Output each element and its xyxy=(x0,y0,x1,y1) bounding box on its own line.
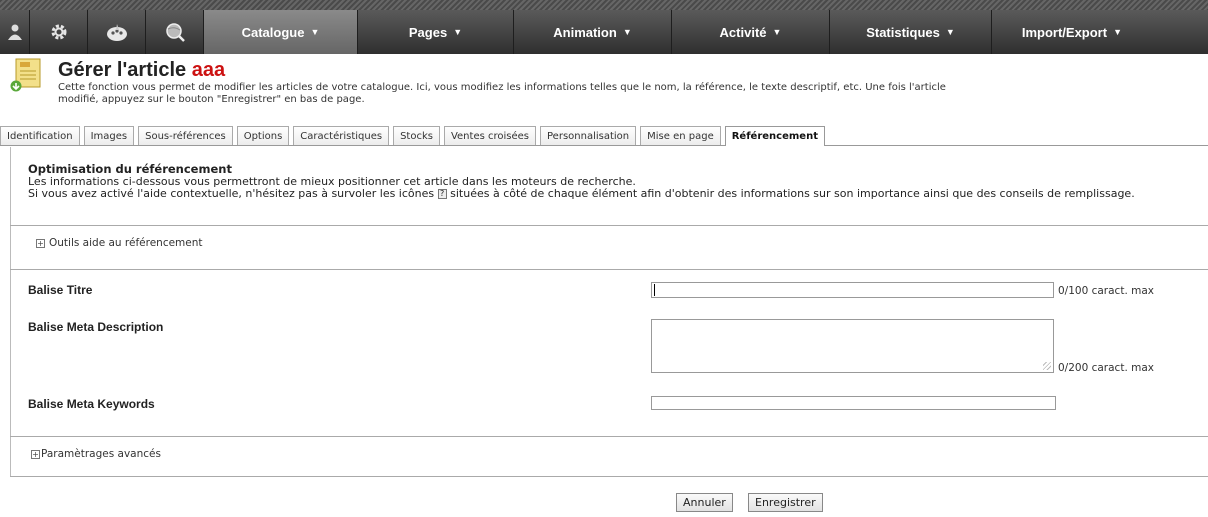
nav-catalogue[interactable]: Catalogue ▼ xyxy=(204,10,358,54)
nav-animation[interactable]: Animation ▼ xyxy=(514,10,672,54)
nav-catalogue-label: Catalogue xyxy=(241,24,305,40)
nav-pages[interactable]: Pages ▼ xyxy=(358,10,514,54)
divider xyxy=(10,476,1208,477)
page-description: Cette fonction vous permet de modifier l… xyxy=(58,82,946,105)
tab-stocks[interactable]: Stocks xyxy=(393,126,440,145)
chevron-down-icon: ▼ xyxy=(453,27,463,37)
meta-keywords-input[interactable] xyxy=(651,396,1056,410)
optimisation-line2-start: Si vous avez activé l'aide contextuelle,… xyxy=(28,187,435,200)
nav-pages-label: Pages xyxy=(408,24,448,40)
meta-keywords-label: Balise Meta Keywords xyxy=(28,397,155,411)
nav-statistiques-label: Statistiques xyxy=(866,24,940,40)
title-tag-label: Balise Titre xyxy=(28,283,93,297)
user-icon xyxy=(7,24,22,40)
nav-user-button[interactable] xyxy=(0,10,30,54)
tab-personnalisation[interactable]: Personnalisation xyxy=(540,126,637,145)
page-header: Gérer l'article aaa Cette fonction vous … xyxy=(0,54,1208,120)
chevron-down-icon: ▼ xyxy=(945,27,955,37)
nav-statistiques[interactable]: Statistiques ▼ xyxy=(830,10,992,54)
chevron-down-icon: ▼ xyxy=(622,27,632,37)
globe-icon xyxy=(165,23,185,42)
tab-mise-en-page[interactable]: Mise en page xyxy=(640,126,721,145)
meta-description-textarea[interactable] xyxy=(651,319,1054,373)
article-name: aaa xyxy=(191,59,226,81)
cancel-button[interactable]: Annuler xyxy=(676,493,733,512)
divider xyxy=(10,225,1208,226)
nav-import-export[interactable]: Import/Export ▼ xyxy=(992,10,1122,54)
resize-handle-icon[interactable] xyxy=(1043,362,1051,370)
optimisation-heading: Optimisation du référencement xyxy=(28,162,232,176)
advanced-settings-label: Paramètrages avancés xyxy=(41,448,161,460)
nav-search-button[interactable] xyxy=(146,10,204,54)
meta-description-counter: 0/200 caract. max xyxy=(1058,362,1154,374)
divider xyxy=(10,436,1208,437)
tab-caracteristiques[interactable]: Caractéristiques xyxy=(293,126,390,145)
tab-referencement[interactable]: Référencement xyxy=(724,126,825,146)
expand-icon: + xyxy=(36,238,45,248)
page-title: Gérer l'article aaa xyxy=(58,59,225,82)
page-title-text: Gérer l'article xyxy=(58,59,187,81)
optimisation-line2-end: situées à côté de chaque élément afin d'… xyxy=(450,187,1135,200)
nav-design-button[interactable] xyxy=(88,10,146,54)
save-button[interactable]: Enregistrer xyxy=(748,493,823,512)
main-navbar: Catalogue ▼ Pages ▼ Animation ▼ Activité ▼ S… xyxy=(0,10,1208,54)
meta-description-label: Balise Meta Description xyxy=(28,320,164,334)
nav-import-export-label: Import/Export xyxy=(1021,24,1108,40)
tab-options[interactable]: Options xyxy=(236,126,290,145)
title-tag-counter: 0/100 caract. max xyxy=(1058,285,1154,297)
text-cursor xyxy=(654,284,655,296)
tab-sous-references[interactable]: Sous-références xyxy=(138,126,233,145)
tab-identification[interactable]: Identification xyxy=(0,126,80,145)
article-edit-icon xyxy=(10,58,46,92)
divider xyxy=(10,269,1208,270)
tools-expander-label: Outils aide au référencement xyxy=(49,237,203,249)
article-tabs: Identification Images Sous-références Op… xyxy=(0,126,1208,146)
tab-images[interactable]: Images xyxy=(83,126,135,145)
gear-icon xyxy=(51,24,66,40)
nav-activite-label: Activité xyxy=(719,24,767,40)
chevron-down-icon: ▼ xyxy=(310,27,320,37)
nav-settings-button[interactable] xyxy=(30,10,88,54)
tools-expander[interactable]: + Outils aide au référencement xyxy=(36,237,203,249)
expand-icon: + xyxy=(31,449,40,459)
title-tag-input[interactable] xyxy=(651,282,1054,298)
optimisation-info: Optimisation du référencement Les inform… xyxy=(28,163,1135,200)
optimisation-line2: Si vous avez activé l'aide contextuelle,… xyxy=(28,188,1135,200)
chevron-down-icon: ▼ xyxy=(772,27,782,37)
chevron-down-icon: ▼ xyxy=(1113,27,1122,37)
nav-activite[interactable]: Activité ▼ xyxy=(672,10,830,54)
tab-ventes-croisees[interactable]: Ventes croisées xyxy=(443,126,536,145)
palette-icon xyxy=(106,24,127,41)
help-icon: ? xyxy=(437,189,447,199)
advanced-settings-expander[interactable]: + Paramètrages avancés xyxy=(31,448,161,460)
nav-animation-label: Animation xyxy=(553,24,617,40)
top-strip xyxy=(0,0,1208,10)
